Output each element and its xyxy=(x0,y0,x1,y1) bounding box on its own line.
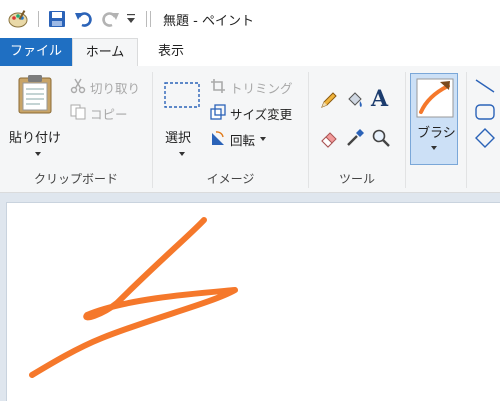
diamond-shape-icon[interactable] xyxy=(475,128,495,151)
chevron-down-icon xyxy=(260,137,267,141)
copy-button[interactable]: コピー xyxy=(70,102,128,124)
select-label: 選択 xyxy=(165,131,192,146)
undo-icon[interactable] xyxy=(74,9,94,32)
brushes-label: ブラシ xyxy=(417,126,456,141)
resize-label: サイズ変更 xyxy=(230,106,293,122)
paste-label: 貼り付け xyxy=(9,131,62,146)
color-picker-icon[interactable] xyxy=(345,128,365,151)
select-button[interactable]: 選択 xyxy=(159,72,205,164)
image-group: 選択 トリミング サイズ変更 回転 イメージ xyxy=(153,66,308,192)
tools-group: A ツール xyxy=(309,66,405,192)
crop-button[interactable]: トリミング xyxy=(210,76,293,98)
window-title: 無題 - ペイント xyxy=(163,14,254,29)
brushes-button[interactable]: ブラシ xyxy=(410,73,458,165)
clipboard-group-label: クリップボード xyxy=(33,172,118,186)
tab-home[interactable]: ホーム xyxy=(72,38,138,68)
customize-quick-access-icon[interactable] xyxy=(126,13,136,28)
scissors-icon xyxy=(70,78,90,97)
text-tool-icon[interactable]: A xyxy=(371,86,388,112)
magnifier-icon[interactable] xyxy=(371,128,391,151)
line-shape-icon[interactable] xyxy=(475,78,495,97)
quick-access-separator xyxy=(146,11,147,27)
cut-button[interactable]: 切り取り xyxy=(70,76,140,98)
brush-icon xyxy=(416,78,454,121)
paste-button[interactable]: 貼り付け xyxy=(6,72,62,164)
tools-group-label: ツール xyxy=(338,172,375,186)
cut-label: 切り取り xyxy=(90,80,141,96)
redo-icon[interactable] xyxy=(100,9,120,32)
crop-label: トリミング xyxy=(230,80,293,96)
group-separator xyxy=(466,72,467,188)
eraser-icon[interactable] xyxy=(319,128,339,151)
rounded-rectangle-shape-icon[interactable] xyxy=(475,104,495,123)
image-group-label: イメージ xyxy=(206,172,255,186)
title-bar: 無題 - ペイント xyxy=(0,0,500,38)
save-icon[interactable] xyxy=(48,10,66,31)
fill-bucket-icon[interactable] xyxy=(345,90,365,113)
chevron-down-icon xyxy=(179,152,185,156)
resize-button[interactable]: サイズ変更 xyxy=(210,102,292,124)
ribbon-tab-bar: ファイル ホーム 表示 xyxy=(0,38,500,68)
shapes-gallery xyxy=(470,72,500,162)
tab-view[interactable]: 表示 xyxy=(140,38,202,66)
canvas-workspace xyxy=(0,193,500,401)
chevron-down-icon xyxy=(35,152,41,156)
select-rectangle-icon xyxy=(164,82,200,111)
pencil-icon[interactable] xyxy=(319,90,339,113)
chevron-down-icon xyxy=(431,146,437,150)
clipboard-icon xyxy=(18,74,52,117)
copy-icon xyxy=(70,104,90,123)
tab-file[interactable]: ファイル xyxy=(0,38,72,66)
group-separator xyxy=(405,72,406,188)
rotate-label: 回転 xyxy=(230,132,256,148)
rotate-icon xyxy=(210,130,230,149)
drawing-canvas[interactable] xyxy=(6,202,500,401)
ribbon: 貼り付け 切り取り コピー クリップボード 選択 トリミング サイズ変更 回転 … xyxy=(0,66,500,193)
quick-access-separator xyxy=(150,11,151,27)
clipboard-group: 貼り付け 切り取り コピー クリップボード xyxy=(0,66,152,192)
rotate-button[interactable]: 回転 xyxy=(210,128,267,150)
quick-access-separator xyxy=(38,11,39,27)
paint-app-icon[interactable] xyxy=(8,9,28,32)
crop-icon xyxy=(210,78,230,97)
brush-stroke xyxy=(29,217,238,378)
copy-label: コピー xyxy=(90,106,128,122)
resize-icon xyxy=(210,103,230,123)
